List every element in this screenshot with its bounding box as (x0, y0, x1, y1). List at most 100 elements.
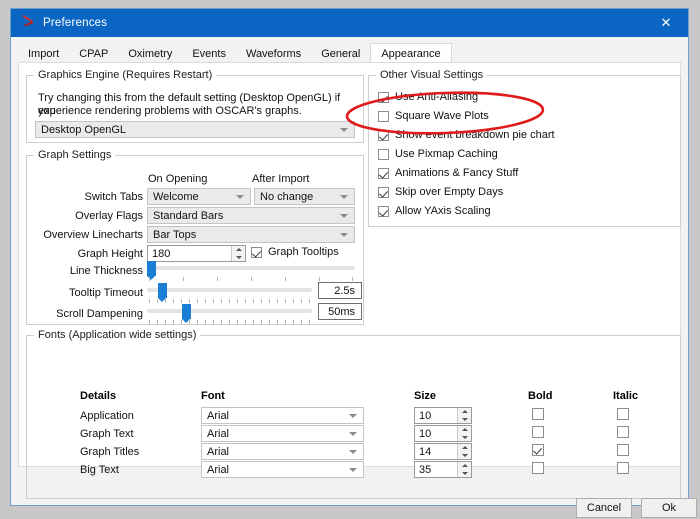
cancel-button[interactable]: Cancel (576, 498, 632, 518)
spinner-arrows-icon[interactable] (457, 462, 471, 477)
window-body: Import CPAP Oximetry Events Waveforms Ge… (11, 37, 697, 518)
font-value-big-text: Arial (207, 463, 230, 476)
animations-fancy-stuff-label: Animations & Fancy Stuff (395, 167, 519, 179)
chevron-down-icon (349, 467, 357, 472)
scroll-dampening-slider[interactable] (147, 304, 312, 323)
animations-fancy-stuff-checkbox[interactable]: Animations & Fancy Stuff (378, 167, 518, 179)
scroll-dampening-value: 50ms (318, 303, 362, 320)
font-row-details-application: Application (80, 410, 134, 422)
skip-over-empty-days-checkbox[interactable]: Skip over Empty Days (378, 186, 503, 198)
allow-yaxis-scaling-checkbox[interactable]: Allow YAxis Scaling (378, 205, 491, 217)
graphics-engine-value: Desktop OpenGL (41, 123, 126, 136)
slider-handle[interactable] (158, 283, 167, 302)
tooltip-timeout-value: 2.5s (318, 282, 362, 299)
checkbox-box (532, 444, 544, 456)
font-italic-application[interactable] (617, 408, 629, 420)
graph-height-stepper[interactable]: 180 (147, 245, 246, 262)
switch-tabs-on-opening-select[interactable]: Welcome (147, 188, 251, 205)
chevron-down-icon (349, 431, 357, 436)
slider-handle[interactable] (147, 261, 156, 280)
slider-handle[interactable] (182, 304, 191, 323)
overlay-flags-select[interactable]: Standard Bars (147, 207, 355, 224)
chevron-down-icon (340, 232, 348, 237)
font-select-big-text[interactable]: Arial (201, 461, 364, 478)
checkbox-box (532, 408, 544, 420)
font-size-value-big-text: 35 (419, 463, 432, 476)
fonts-header-bold: Bold (528, 390, 553, 402)
fonts-group-label: Fonts (Application wide settings) (34, 329, 201, 341)
checkbox-box (378, 167, 389, 179)
line-thickness-slider[interactable] (147, 261, 355, 280)
font-italic-graph-titles[interactable] (617, 444, 629, 456)
font-bold-big-text[interactable] (532, 462, 544, 474)
show-event-breakdown-pie-chart-checkbox[interactable]: Show event breakdown pie chart (378, 129, 555, 141)
appearance-tab-page: Graphics Engine (Requires Restart) Try c… (18, 62, 681, 499)
ok-button[interactable]: Ok (641, 498, 697, 518)
chevron-down-icon (340, 194, 348, 199)
tab-import[interactable]: Import (18, 45, 70, 63)
overview-linecharts-select[interactable]: Bar Tops (147, 226, 355, 243)
fonts-header-italic: Italic (613, 390, 639, 402)
close-icon[interactable]: ✕ (644, 9, 688, 37)
tab-appearance[interactable]: Appearance (370, 43, 452, 63)
tab-cpap[interactable]: CPAP (69, 45, 119, 63)
scroll-dampening-ticks (147, 320, 312, 325)
font-italic-graph-text[interactable] (617, 426, 629, 438)
scroll-dampening-label: Scroll Dampening (56, 308, 143, 320)
font-value-graph-titles: Arial (207, 445, 230, 458)
overlay-flags-label: Overlay Flags (75, 210, 143, 222)
show-event-breakdown-pie-chart-label: Show event breakdown pie chart (395, 129, 555, 141)
font-size-application[interactable]: 10 (414, 407, 472, 424)
chevron-down-icon (349, 413, 357, 418)
font-select-graph-text[interactable]: Arial (201, 425, 364, 442)
font-row-details-big-text: Big Text (80, 464, 119, 476)
window-title: Preferences (43, 17, 108, 29)
font-italic-big-text[interactable] (617, 462, 629, 474)
font-bold-graph-text[interactable] (532, 426, 544, 438)
checkbox-box (532, 426, 544, 438)
use-pixmap-caching-label: Use Pixmap Caching (395, 148, 498, 160)
checkbox-box (251, 246, 262, 258)
title-bar: Preferences ✕ (11, 9, 688, 37)
spinner-arrows-icon[interactable] (457, 444, 471, 459)
switch-tabs-after-import-select[interactable]: No change (254, 188, 355, 205)
checkbox-box (532, 462, 544, 474)
tab-bar: Import CPAP Oximetry Events Waveforms Ge… (18, 43, 681, 63)
switch-tabs-on-opening-value: Welcome (153, 190, 199, 203)
spinner-arrows-icon[interactable] (457, 408, 471, 423)
overview-linecharts-value: Bar Tops (153, 228, 197, 241)
font-size-graph-titles[interactable]: 14 (414, 443, 472, 460)
use-anti-aliasing-checkbox[interactable]: Use Anti-Aliasing (378, 91, 478, 103)
square-wave-plots-checkbox[interactable]: Square Wave Plots (378, 110, 489, 122)
font-size-graph-text[interactable]: 10 (414, 425, 472, 442)
switch-tabs-after-import-value: No change (260, 190, 314, 203)
checkbox-box (378, 186, 389, 198)
font-select-graph-titles[interactable]: Arial (201, 443, 364, 460)
font-select-application[interactable]: Arial (201, 407, 364, 424)
tab-events[interactable]: Events (182, 45, 236, 63)
tab-waveforms[interactable]: Waveforms (235, 45, 312, 63)
font-bold-graph-titles[interactable] (532, 444, 544, 456)
checkbox-box (378, 129, 389, 141)
checkbox-box (617, 462, 629, 474)
oscar-app-icon (20, 14, 36, 31)
tooltip-timeout-slider[interactable] (147, 283, 312, 302)
spinner-arrows-icon[interactable] (231, 246, 245, 261)
graph-tooltips-checkbox[interactable]: Graph Tooltips (251, 246, 339, 258)
graphics-engine-select[interactable]: Desktop OpenGL (35, 121, 355, 138)
graphics-engine-description-line2: experience rendering problems with OSCAR… (38, 105, 302, 117)
square-wave-plots-label: Square Wave Plots (395, 110, 489, 122)
graph-settings-group-label: Graph Settings (34, 149, 116, 161)
font-bold-application[interactable] (532, 408, 544, 420)
font-size-value-graph-text: 10 (419, 427, 432, 440)
use-pixmap-caching-checkbox[interactable]: Use Pixmap Caching (378, 148, 498, 160)
spinner-arrows-icon[interactable] (457, 426, 471, 441)
tab-oximetry[interactable]: Oximetry (118, 45, 183, 63)
font-size-big-text[interactable]: 35 (414, 461, 472, 478)
column-header-on-opening: On Opening (148, 173, 208, 185)
slider-track (147, 266, 355, 270)
checkbox-box (378, 148, 389, 160)
preferences-window: Preferences ✕ Import CPAP Oximetry Event… (10, 8, 697, 518)
overlay-flags-value: Standard Bars (153, 209, 224, 222)
tab-general[interactable]: General (311, 45, 371, 63)
